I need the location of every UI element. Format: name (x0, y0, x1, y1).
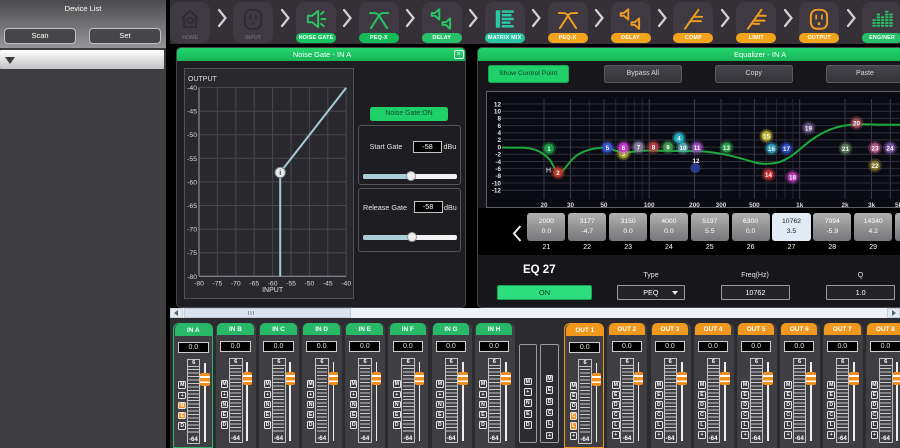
svg-text:8: 8 (652, 144, 656, 151)
svg-text:-70: -70 (231, 280, 241, 287)
svg-text:-6: -6 (495, 166, 501, 173)
svg-text:-80: -80 (194, 280, 204, 287)
svg-text:-45: -45 (187, 109, 197, 116)
svg-text:-55: -55 (187, 156, 197, 163)
svg-text:23: 23 (872, 145, 879, 152)
svg-text:7: 7 (637, 144, 641, 151)
svg-text:-55: -55 (286, 280, 296, 287)
svg-text:-2: -2 (495, 152, 501, 159)
svg-text:-10: -10 (492, 180, 502, 187)
svg-text:i: i (279, 170, 281, 177)
svg-text:0: 0 (497, 144, 501, 151)
svg-text:6: 6 (497, 123, 501, 130)
svg-text:17: 17 (783, 146, 790, 153)
svg-text:12: 12 (494, 101, 502, 108)
svg-text:-12: -12 (492, 188, 502, 195)
svg-text:10: 10 (680, 145, 687, 152)
svg-text:14: 14 (765, 172, 772, 179)
svg-text:1: 1 (547, 146, 551, 153)
svg-text:2: 2 (497, 137, 501, 144)
svg-text:4: 4 (677, 135, 681, 142)
svg-text:9: 9 (666, 144, 670, 151)
svg-text:-75: -75 (212, 280, 222, 287)
svg-text:10: 10 (494, 109, 502, 116)
svg-text:18: 18 (789, 174, 796, 181)
svg-text:-4: -4 (495, 159, 501, 166)
svg-text:24: 24 (887, 145, 894, 152)
svg-text:4: 4 (497, 130, 501, 137)
svg-text:OUTPUT: OUTPUT (188, 76, 218, 83)
svg-text:12: 12 (693, 158, 700, 165)
svg-text:-40: -40 (341, 280, 351, 287)
svg-text:-40: -40 (187, 85, 197, 92)
svg-text:8: 8 (497, 116, 501, 123)
svg-text:H: H (546, 168, 551, 175)
svg-text:-60: -60 (187, 179, 197, 186)
svg-text:13: 13 (723, 145, 730, 152)
svg-text:19: 19 (805, 125, 812, 132)
svg-text:6: 6 (622, 145, 626, 152)
svg-text:-45: -45 (323, 280, 333, 287)
svg-text:11: 11 (694, 145, 701, 152)
svg-text:-50: -50 (304, 280, 314, 287)
svg-text:-50: -50 (187, 132, 197, 139)
svg-text:20: 20 (853, 120, 860, 127)
svg-text:-65: -65 (187, 203, 197, 210)
svg-text:-70: -70 (187, 227, 197, 234)
svg-text:-75: -75 (187, 250, 197, 257)
svg-text:2: 2 (556, 170, 560, 177)
svg-text:-8: -8 (495, 173, 501, 180)
svg-text:15: 15 (763, 133, 770, 140)
svg-text:5: 5 (606, 145, 610, 152)
svg-text:22: 22 (872, 163, 879, 170)
svg-text:-65: -65 (249, 280, 259, 287)
svg-text:21: 21 (842, 146, 849, 153)
svg-text:INPUT: INPUT (262, 287, 284, 294)
svg-text:16: 16 (768, 146, 775, 153)
